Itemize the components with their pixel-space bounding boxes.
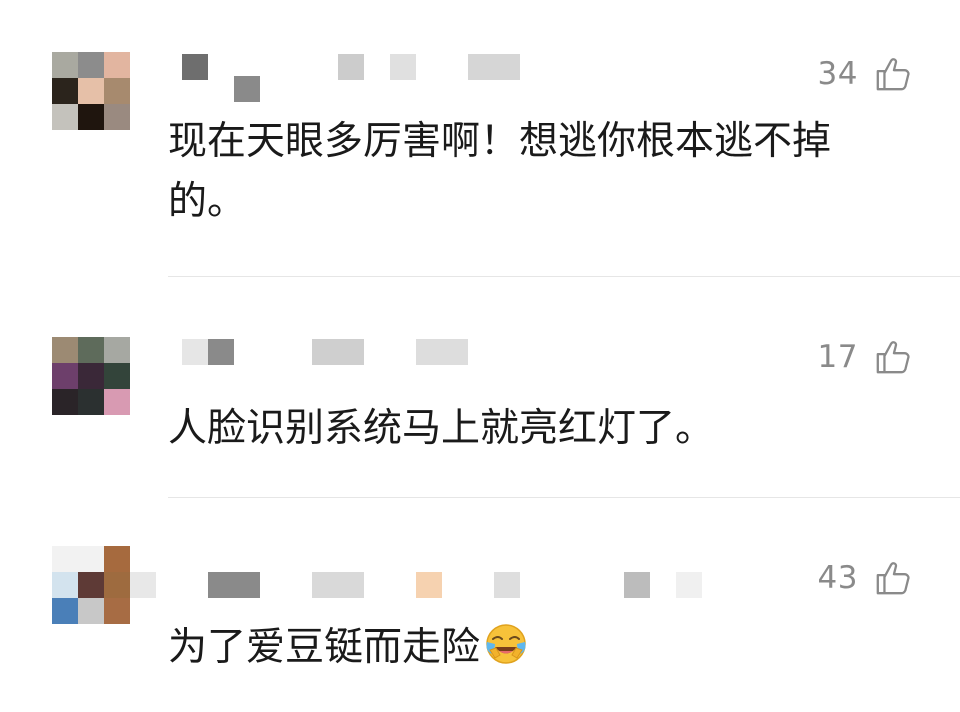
username-block [390, 54, 416, 80]
avatar-pixel [104, 52, 130, 78]
like-count: 43 [817, 560, 858, 596]
avatar-pixel [78, 546, 104, 572]
thumbs-up-outline-icon [876, 562, 910, 595]
avatar-pixel [52, 52, 78, 78]
avatar-pixel [104, 572, 130, 598]
avatar-pixel [52, 572, 78, 598]
username-block [130, 572, 156, 598]
thumbs-up-outline-icon [876, 341, 910, 374]
comment-text: 为了爱豆铤而走险 [168, 618, 888, 678]
username-block [338, 54, 364, 80]
avatar-pixel [52, 389, 78, 415]
username-pixelated[interactable] [168, 337, 728, 397]
like-button[interactable]: 17 [818, 337, 912, 377]
username-block [624, 572, 650, 598]
username-block [312, 339, 364, 365]
like-count: 17 [817, 339, 858, 375]
username-block [234, 76, 260, 102]
avatar-pixel [52, 546, 78, 572]
thumbs-up-outline-icon [876, 58, 910, 91]
avatar-pixel [78, 337, 104, 363]
avatar-pixel [78, 78, 104, 104]
avatar-pixel [52, 598, 78, 624]
avatar-pixel [104, 104, 130, 130]
comment-text: 现在天眼多厉害啊！想逃你根本逃不掉的。 [168, 119, 832, 224]
laughing-crying-emoji-icon [486, 624, 526, 664]
comment-item: 17 人脸识别系统马上就亮红灯了。 [0, 277, 960, 497]
username-block [208, 572, 260, 598]
like-count: 34 [817, 56, 858, 92]
avatar-pixel [78, 363, 104, 389]
like-button[interactable]: 43 [818, 558, 912, 598]
avatar-pixel [104, 78, 130, 104]
avatar[interactable] [52, 337, 130, 415]
username-block [494, 572, 520, 598]
comment-text: 人脸识别系统马上就亮红灯了。 [168, 406, 715, 451]
avatar[interactable] [52, 52, 130, 130]
avatar-pixel [78, 52, 104, 78]
avatar-pixel [104, 546, 130, 572]
avatar-pixel [104, 598, 130, 624]
avatar-pixel [104, 389, 130, 415]
comment-item: 34 现在天眼多厉害啊！想逃你根本逃不掉的。 [0, 0, 960, 276]
avatar-pixel [78, 389, 104, 415]
avatar-pixel [78, 104, 104, 130]
avatar-pixel [104, 337, 130, 363]
avatar-pixel [52, 104, 78, 130]
avatar-pixel [52, 337, 78, 363]
username-block [416, 339, 468, 365]
username-block [312, 572, 364, 598]
username-block [676, 572, 702, 598]
avatar-pixel [52, 78, 78, 104]
avatar-pixel [52, 363, 78, 389]
avatar-pixel [104, 363, 130, 389]
like-button[interactable]: 34 [818, 54, 912, 94]
username-block [208, 339, 234, 365]
avatar[interactable] [52, 546, 130, 624]
username-block [182, 54, 208, 80]
avatar-pixel [78, 598, 104, 624]
comment-item: 43 为了爱豆铤而走险 [0, 498, 960, 712]
username-pixelated[interactable] [168, 50, 728, 110]
comment-text-content: 为了爱豆铤而走险 [168, 625, 481, 670]
username-block [416, 572, 442, 598]
username-block [468, 54, 520, 80]
avatar-pixel [78, 572, 104, 598]
